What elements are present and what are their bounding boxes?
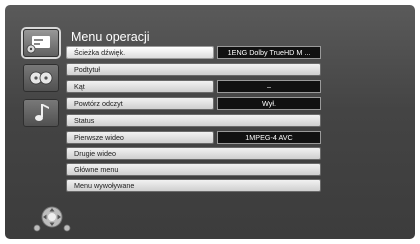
menu-item-label: Drugie wideo [74,149,116,158]
remote-navigation-icon [33,206,71,232]
audio-reels-icon[interactable] [23,64,59,92]
angle-value: – [218,81,320,92]
menu-item-label: Status [74,116,95,125]
menu-item-repeat-play[interactable]: Powtórz odczyt [67,98,213,109]
menu-item-label: Ścieżka dźwięk. [74,48,126,57]
menu-item-secondary-video[interactable]: Drugie wideo [67,148,320,159]
menu-item-label: Podtytuł [74,65,100,74]
menu-item-label: Menu wywoływane [74,181,135,190]
menu-item-primary-video[interactable]: Pierwsze wideo [67,132,213,143]
music-note-icon[interactable] [23,99,59,127]
menu-title: Menu operacji [71,30,150,44]
menu-item-label: Główne menu [74,165,119,174]
operation-menu-screen: Menu operacji Ścieżka dźwięk. 1ENG Dolby… [5,5,415,239]
soundtrack-value: 1ENG Dolby TrueHD M ... [218,47,320,58]
primary-video-value: 1MPEG-4 AVC [218,132,320,143]
repeat-play-value: Wył. [218,98,320,109]
menu-item-angle[interactable]: Kąt [67,81,213,92]
menu-item-pop-up-menu[interactable]: Menu wywoływane [67,180,320,191]
menu-item-label: Powtórz odczyt [74,99,123,108]
disc-player-icon[interactable] [23,29,59,57]
menu-item-label: Kąt [74,82,85,91]
menu-item-status[interactable]: Status [67,115,320,126]
menu-item-label: Pierwsze wideo [74,133,124,142]
menu-item-top-menu[interactable]: Główne menu [67,164,320,175]
menu-item-soundtrack[interactable]: Ścieżka dźwięk. [67,47,213,58]
menu-item-subtitle[interactable]: Podtytuł [67,64,320,75]
